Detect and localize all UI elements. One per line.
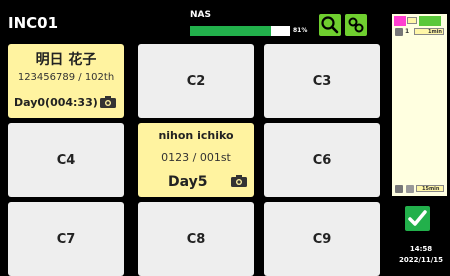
culture-day: Day0(004:33) [14, 96, 98, 109]
top-bar: INC01 NAS 81% [0, 0, 386, 40]
timeline-top: 1 1min [392, 14, 447, 38]
timeline-strip [419, 16, 441, 26]
nas-label: NAS [190, 10, 211, 20]
timeline-bottom-time: 15min [422, 186, 440, 192]
cell-c6[interactable]: C6 [264, 123, 380, 197]
checkmark-icon [408, 210, 427, 226]
patient-name: 明日 花子 [35, 52, 97, 68]
patient-id: 123456789 / 102th [17, 72, 115, 83]
incubator-title: INC01 [8, 14, 59, 32]
cell-label: C7 [56, 231, 76, 247]
cell-c2[interactable]: C2 [138, 44, 254, 118]
cell-c8[interactable]: C8 [138, 202, 254, 276]
search-icon [321, 16, 339, 34]
nas-usage-bar [190, 26, 290, 36]
timeline-bottom: 15min [392, 182, 447, 196]
cell-c4[interactable]: C4 [8, 123, 124, 197]
cell-label: C9 [312, 231, 332, 247]
camera-icon[interactable] [230, 174, 248, 188]
nas-usage-fill [190, 26, 271, 36]
cell-c5[interactable]: nihon ichiko 0123 / 001st Day5 [138, 123, 254, 197]
timeline-badge: 1 [405, 28, 410, 35]
clock-date: 2022/11/15 [398, 256, 444, 264]
culture-day: Day5 [168, 174, 208, 190]
occupied-marker [394, 16, 406, 26]
marker-box [407, 17, 417, 24]
clock-icon [406, 185, 414, 193]
cell-label: C2 [186, 73, 206, 89]
confirm-button[interactable] [405, 206, 430, 231]
nas-percent: 81% [293, 27, 308, 34]
cell-c3[interactable]: C3 [264, 44, 380, 118]
cell-label: C8 [186, 231, 206, 247]
camera-icon[interactable] [99, 95, 117, 109]
timeline-top-time: 1min [428, 29, 442, 35]
cell-c9[interactable]: C9 [264, 202, 380, 276]
clock-time: 14:58 [409, 245, 433, 253]
patient-id: 0123 / 001st [161, 151, 231, 164]
patient-name: nihon ichiko [158, 129, 234, 142]
cell-c7[interactable]: C7 [8, 202, 124, 276]
camera-icon [395, 185, 403, 193]
cell-label: C6 [312, 152, 332, 168]
camera-icon [395, 28, 403, 36]
cell-c1[interactable]: 明日 花子 123456789 / 102th Day0(004:33) [8, 44, 124, 118]
cell-label: C3 [312, 73, 332, 89]
link-button[interactable] [345, 14, 367, 36]
link-icon [348, 17, 364, 33]
timeline-panel[interactable]: 1 1min 15min [392, 14, 447, 196]
cell-label: C4 [56, 152, 76, 168]
search-button[interactable] [319, 14, 341, 36]
